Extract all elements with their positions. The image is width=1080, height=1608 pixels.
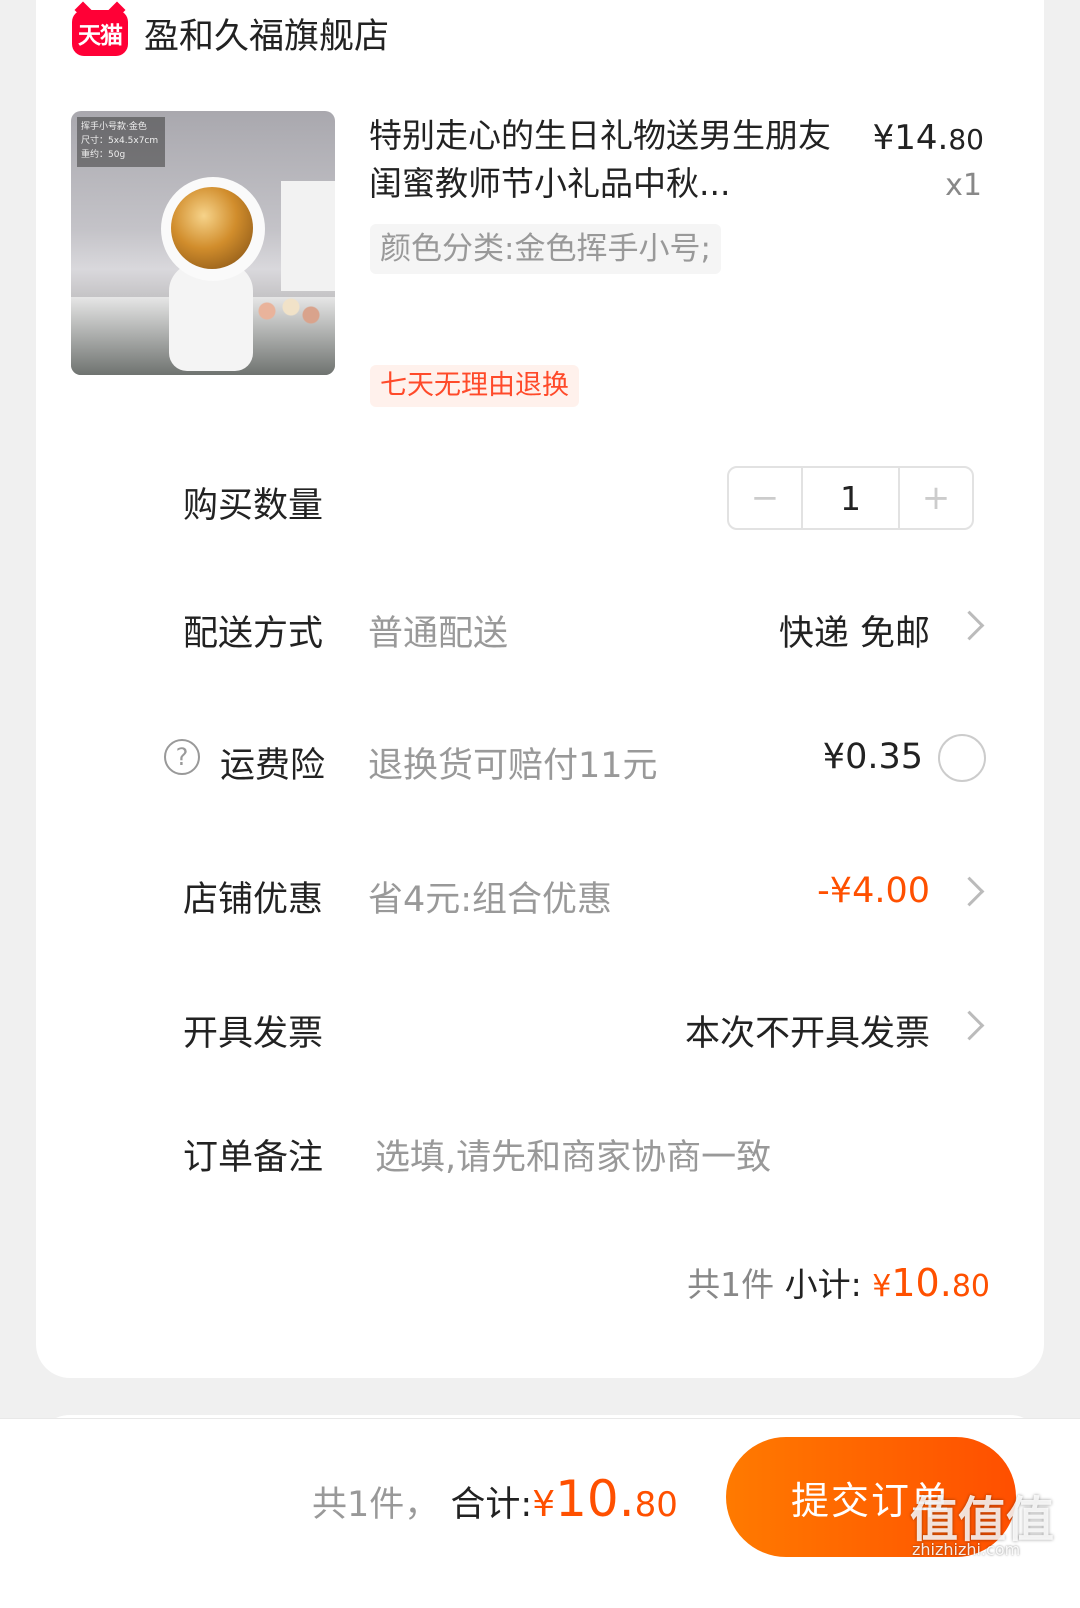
decrement-button[interactable]: −: [729, 468, 801, 528]
delivery-method: 普通配送: [368, 614, 509, 654]
return-policy-badge: 七天无理由退换: [370, 365, 579, 407]
quantity-stepper[interactable]: − 1 +: [727, 466, 974, 530]
quantity-input[interactable]: 1: [801, 468, 900, 528]
product-sku: 颜色分类:金色挥手小号;: [370, 224, 721, 274]
invoice-label: 开具发票: [183, 1014, 324, 1054]
watermark-url: zhizhizhi.com: [912, 1540, 1021, 1559]
note-label: 订单备注: [183, 1138, 324, 1178]
increment-button[interactable]: +: [900, 468, 972, 528]
insurance-radio[interactable]: [938, 734, 986, 782]
product-price: ¥14.80: [872, 118, 984, 158]
discount-value: -¥4.00: [817, 871, 930, 911]
insurance-price: ¥0.35: [822, 737, 923, 777]
invoice-value: 本次不开具发票: [684, 1014, 930, 1054]
order-total: 共1件， 合计:¥10.80: [312, 1470, 678, 1528]
delivery-value: 快递 免邮: [778, 614, 930, 654]
product-image[interactable]: 挥手小号款·金色 尺寸：5x4.5x7cm 重约：50g: [71, 111, 335, 375]
product-quantity: x1: [945, 168, 982, 203]
help-icon[interactable]: ?: [164, 739, 200, 775]
subtotal: 共1件 小计: ¥10.80: [687, 1261, 990, 1305]
store-name[interactable]: 盈和久福旗舰店: [144, 8, 389, 59]
quantity-label: 购买数量: [183, 486, 324, 526]
insurance-desc: 退换货可赔付11元: [368, 746, 658, 786]
tmall-logo-icon: 天猫: [72, 10, 128, 56]
product-title[interactable]: 特别走心的生日礼物送男生朋友闺蜜教师节小礼品中秋...: [369, 112, 839, 208]
store-header[interactable]: 天猫 盈和久福旗舰店: [72, 6, 389, 60]
delivery-label: 配送方式: [183, 614, 324, 654]
insurance-label: 运费险: [220, 746, 326, 786]
discount-desc: 省4元:组合优惠: [368, 880, 613, 920]
discount-label: 店铺优惠: [183, 880, 324, 920]
note-input[interactable]: 选填,请先和商家协商一致: [375, 1129, 771, 1180]
image-spec-label: 挥手小号款·金色 尺寸：5x4.5x7cm 重约：50g: [77, 117, 165, 167]
